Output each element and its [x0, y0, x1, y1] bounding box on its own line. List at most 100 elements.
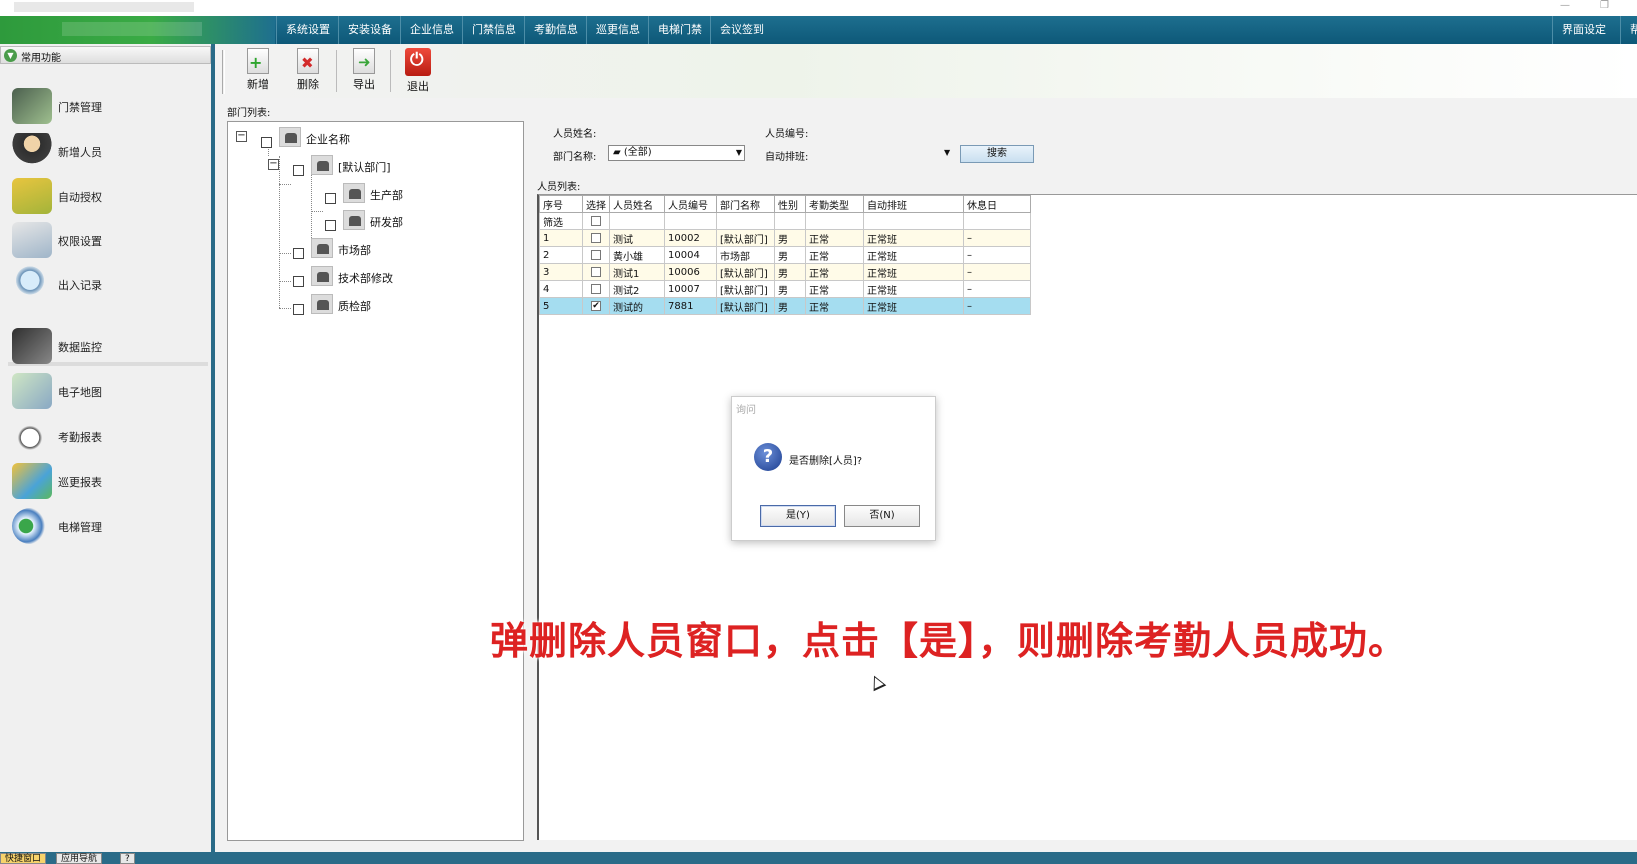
no-button[interactable]: 否(N)	[844, 505, 920, 527]
tree-checkbox[interactable]	[293, 276, 304, 287]
toolbar-grip	[222, 50, 225, 94]
row-checkbox[interactable]	[591, 283, 601, 294]
group-icon	[311, 238, 333, 258]
clock-settings-icon	[12, 222, 52, 258]
menu-ui-settings[interactable]: 界面设定	[1552, 16, 1615, 44]
auto-shift-dropdown-icon[interactable]: ▼	[944, 148, 950, 157]
menu-install-device[interactable]: 安装设备	[338, 16, 401, 44]
column-header[interactable]: 人员姓名	[609, 195, 665, 213]
collapse-icon[interactable]: −	[236, 131, 247, 142]
table-header-row: 序号 选择 人员姓名 人员编号 部门名称 性别 考勤类型 自动排班 休息日	[539, 195, 1031, 213]
tree-checkbox[interactable]	[293, 248, 304, 259]
menu-meeting-signin[interactable]: 会议签到	[710, 16, 773, 44]
sidebar-item-permission-settings[interactable]: 权限设置	[12, 220, 202, 260]
group-icon	[343, 210, 365, 230]
auto-shift-label: 自动排班:	[765, 152, 809, 163]
exit-button[interactable]: ⏻ 退出	[395, 48, 441, 96]
tab-quick-window[interactable]: 快捷窗口	[0, 853, 47, 864]
column-header[interactable]: 休息日	[963, 195, 1031, 213]
sidebar-item-access-records[interactable]: 出入记录	[12, 264, 202, 304]
group-icon	[279, 127, 301, 147]
dept-name-label: 部门名称:	[553, 152, 597, 163]
filter-cell[interactable]	[963, 212, 1031, 230]
filter-cell[interactable]	[609, 212, 665, 230]
tree-checkbox[interactable]	[325, 220, 336, 231]
add-button[interactable]: + 新增	[235, 48, 281, 96]
minimize-icon[interactable]: —	[1560, 0, 1570, 11]
status-bar	[215, 852, 1637, 864]
column-header[interactable]: 人员编号	[664, 195, 717, 213]
map-icon	[12, 373, 52, 409]
people-list-label: 人员列表:	[537, 182, 581, 193]
filter-cell[interactable]	[664, 212, 717, 230]
group-icon	[311, 155, 333, 175]
menu-enterprise-info[interactable]: 企业信息	[400, 16, 463, 44]
toolbar-separator	[336, 50, 337, 92]
menu-system-settings[interactable]: 系统设置	[276, 16, 339, 44]
delete-icon: ✖	[297, 48, 319, 74]
common-functions-label: 常用功能	[21, 53, 61, 64]
delete-button[interactable]: ✖ 删除	[285, 48, 331, 96]
sidebar-item-patrol-report[interactable]: 巡更报表	[12, 461, 202, 501]
table-row[interactable]: 2 黄小雄 10004 市场部 男 正常 正常班 –	[539, 246, 1031, 264]
tree-checkbox[interactable]	[261, 137, 272, 148]
column-header[interactable]: 性别	[774, 195, 806, 213]
row-checkbox[interactable]	[591, 232, 601, 243]
tree-node-production[interactable]: 生产部	[300, 183, 500, 204]
tree-node-root[interactable]: − 企业名称	[236, 127, 516, 148]
tree-checkbox[interactable]	[325, 193, 336, 204]
tree-node-label: 技术部修改	[338, 272, 393, 285]
table-row[interactable]: 4 测试2 10007 [默认部门] 男 正常 正常班 –	[539, 280, 1031, 298]
filter-cell[interactable]	[863, 212, 964, 230]
person-number-label: 人员编号:	[765, 129, 809, 140]
tree-node-rnd[interactable]: 研发部	[300, 210, 500, 231]
tree-node-qc[interactable]: 质检部	[268, 294, 508, 315]
filter-cell[interactable]	[716, 212, 775, 230]
tree-node-market[interactable]: 市场部	[268, 238, 508, 259]
tutorial-caption: 弹删除人员窗口，点击【是】，则删除考勤人员成功。	[490, 619, 1408, 663]
sidebar-item-door-control[interactable]: 门禁管理	[12, 86, 202, 126]
tree-node-default-dept[interactable]: − [默认部门]	[268, 155, 508, 176]
sidebar-item-data-monitor[interactable]: 数据监控	[12, 326, 202, 366]
collapse-icon[interactable]: −	[268, 159, 279, 170]
menu-bar	[0, 16, 1637, 44]
restore-icon[interactable]: ❐	[1600, 0, 1609, 11]
tree-checkbox[interactable]	[293, 304, 304, 315]
search-button[interactable]: 搜索	[960, 145, 1034, 163]
column-header[interactable]: 部门名称	[716, 195, 775, 213]
sidebar-item-auto-authorize[interactable]: 自动授权	[12, 176, 202, 216]
tree-checkbox[interactable]	[293, 165, 304, 176]
filter-cell[interactable]	[805, 212, 864, 230]
row-checkbox[interactable]	[591, 249, 601, 260]
dept-name-select[interactable]: ▰ (全部) ▼	[608, 145, 745, 161]
table-row-selected[interactable]: 5 ✔ 测试的 7881 [默认部门] 男 正常 正常班 –	[539, 297, 1031, 315]
help-icon[interactable]: ?	[120, 853, 135, 864]
yes-button[interactable]: 是(Y)	[760, 505, 836, 527]
filter-checkbox[interactable]	[591, 215, 601, 226]
menu-access-info[interactable]: 门禁信息	[462, 16, 525, 44]
tree-node-tech[interactable]: 技术部修改	[268, 266, 508, 287]
sidebar-item-electronic-map[interactable]: 电子地图	[12, 371, 202, 411]
menu-help[interactable]: 帮	[1620, 16, 1637, 44]
export-button[interactable]: ➜ 导出	[341, 48, 387, 96]
row-checkbox-checked[interactable]: ✔	[591, 300, 601, 311]
menu-patrol-info[interactable]: 巡更信息	[586, 16, 649, 44]
table-row[interactable]: 3 测试1 10006 [默认部门] 男 正常 正常班 –	[539, 263, 1031, 281]
table-row[interactable]: 1 测试 10002 [默认部门] 男 正常 正常班 –	[539, 229, 1031, 247]
chevron-down-icon: ▼	[735, 148, 742, 157]
menu-attendance-info[interactable]: 考勤信息	[524, 16, 587, 44]
tab-app-navigation[interactable]: 应用导航	[56, 853, 103, 864]
row-checkbox[interactable]	[591, 266, 601, 277]
column-header[interactable]: 选择	[582, 195, 610, 213]
filter-cell[interactable]	[774, 212, 806, 230]
menu-elevator-access[interactable]: 电梯门禁	[648, 16, 711, 44]
column-header[interactable]: 序号	[539, 195, 583, 213]
group-icon	[311, 294, 333, 314]
sidebar-item-attendance-report[interactable]: 考勤报表	[12, 416, 202, 456]
sidebar-item-elevator-management[interactable]: 电梯管理	[12, 506, 202, 546]
group-icon	[311, 266, 333, 286]
sidebar-item-add-person[interactable]: 新增人员	[12, 131, 202, 171]
common-functions-header[interactable]: ▼ 常用功能	[0, 46, 211, 64]
column-header[interactable]: 自动排班	[863, 195, 964, 213]
column-header[interactable]: 考勤类型	[805, 195, 864, 213]
